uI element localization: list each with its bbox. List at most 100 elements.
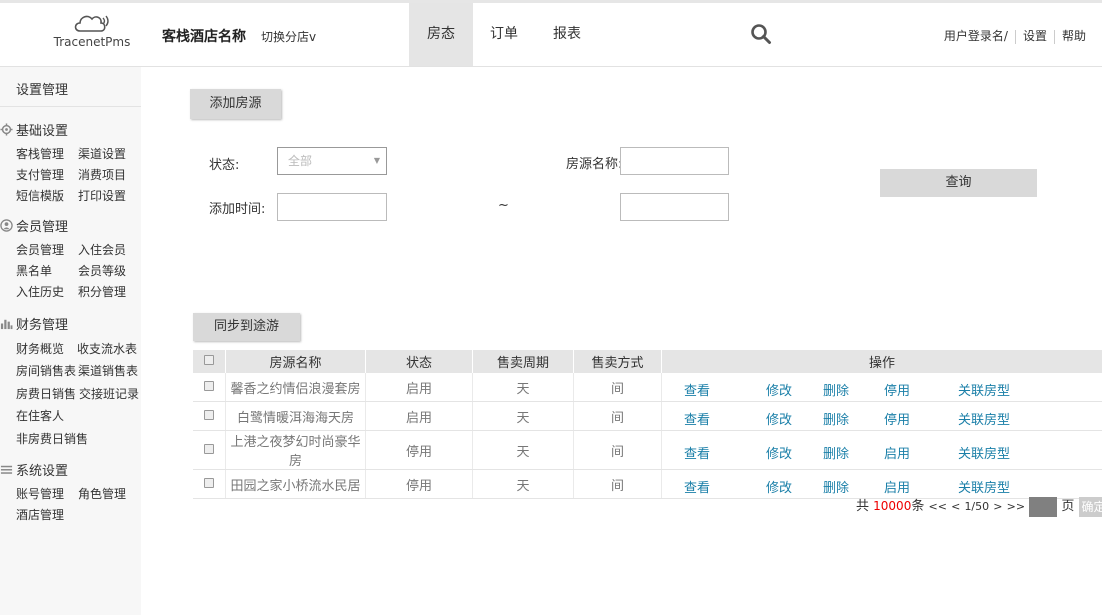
row-checkbox[interactable] [204, 380, 214, 391]
link-room-type-button[interactable]: 关联房型 [958, 380, 1010, 399]
sidebar-item-channel-settings[interactable]: 渠道设置 [78, 145, 126, 162]
col-operations: 操作 [661, 350, 1102, 373]
cell-sale-mode: 间 [573, 401, 662, 431]
operations-group: 查看 修改 删除 启用 关联房型 [662, 470, 1102, 498]
cell-sale-mode: 间 [573, 469, 662, 499]
delete-button[interactable]: 删除 [823, 380, 849, 399]
sidebar-item-room-fee-daily[interactable]: 房费日销售 [16, 385, 76, 402]
row-checkbox[interactable] [204, 409, 214, 420]
tab-reports[interactable]: 报表 [535, 3, 599, 66]
sidebar-item-checkin-members[interactable]: 入住会员 [78, 241, 126, 258]
room-name-label: 房源名称: [566, 157, 623, 172]
range-separator: ~ [498, 198, 509, 213]
sidebar-item-sms-template[interactable]: 短信模版 [16, 187, 64, 204]
sidebar-item-member-levels[interactable]: 会员等级 [78, 262, 126, 279]
col-sale-mode: 售卖方式 [573, 350, 662, 373]
row-checkbox[interactable] [204, 443, 214, 454]
sidebar-item-payment-management[interactable]: 支付管理 [16, 166, 64, 183]
sidebar-group-member-management[interactable]: 会员管理 [0, 216, 68, 235]
pager-last[interactable]: >> [1007, 500, 1025, 513]
sidebar-group-basic-settings[interactable]: 基础设置 [0, 120, 68, 139]
sidebar-item-member-management[interactable]: 会员管理 [16, 241, 64, 258]
link-room-type-button[interactable]: 关联房型 [958, 477, 1010, 496]
cell-status: 启用 [365, 401, 473, 431]
delete-button[interactable]: 删除 [823, 409, 849, 428]
sidebar-item-non-room-daily[interactable]: 非房费日销售 [16, 430, 88, 447]
pager-first[interactable]: << [929, 500, 947, 513]
toggle-status-button[interactable]: 启用 [884, 477, 910, 496]
logo-text: TracenetPms [53, 35, 131, 49]
delete-button[interactable]: 删除 [823, 477, 849, 496]
operations-group: 查看 修改 删除 停用 关联房型 [662, 373, 1102, 401]
tab-orders[interactable]: 订单 [473, 3, 535, 66]
view-button[interactable]: 查看 [684, 443, 710, 462]
switch-branch-dropdown[interactable]: 切换分店v [261, 28, 316, 45]
search-icon[interactable] [750, 23, 772, 45]
pager-confirm-button[interactable]: 确定 [1078, 496, 1102, 517]
sidebar-group-label: 系统设置 [16, 464, 69, 479]
sidebar-item-checkin-history[interactable]: 入住历史 [16, 283, 64, 300]
sidebar-item-hotel-management[interactable]: 酒店管理 [16, 506, 64, 523]
status-select[interactable]: 全部 ▼ [277, 147, 387, 175]
divider [0, 106, 141, 107]
pager-prev[interactable]: < [951, 500, 960, 513]
sidebar-item-account-management[interactable]: 账号管理 [16, 485, 64, 502]
tab-room-status[interactable]: 房态 [409, 3, 473, 66]
toggle-status-button[interactable]: 启用 [884, 443, 910, 462]
view-button[interactable]: 查看 [684, 409, 710, 428]
add-room-button[interactable]: 添加房源 [190, 89, 281, 119]
user-login-link[interactable]: 用户登录名/ [944, 29, 1008, 43]
pager-next[interactable]: > [993, 500, 1002, 513]
cell-sale-period: 天 [472, 430, 574, 470]
row-checkbox[interactable] [204, 477, 214, 488]
cell-status: 停用 [365, 469, 473, 499]
sidebar-item-current-guests[interactable]: 在住客人 [16, 407, 64, 424]
edit-button[interactable]: 修改 [766, 409, 792, 428]
toggle-status-button[interactable]: 停用 [884, 380, 910, 399]
sidebar-item-print-settings[interactable]: 打印设置 [78, 187, 126, 204]
sidebar-group-system-settings[interactable]: 系统设置 [0, 460, 68, 479]
sidebar-item-room-sales[interactable]: 房间销售表 [16, 362, 76, 379]
sync-button[interactable]: 同步到途游 [193, 313, 300, 341]
query-button[interactable]: 查询 [880, 169, 1037, 197]
hotel-name: 客栈酒店名称 [162, 29, 246, 45]
sidebar-item-points-management[interactable]: 积分管理 [78, 283, 126, 300]
gear-icon [0, 123, 13, 136]
col-room-name: 房源名称 [225, 350, 366, 373]
help-link[interactable]: 帮助 [1062, 29, 1086, 43]
cell-sale-period: 天 [472, 373, 574, 402]
end-date-input[interactable] [620, 193, 729, 221]
room-name-input[interactable] [620, 147, 729, 175]
logo[interactable]: TracenetPms [52, 9, 132, 59]
toggle-status-button[interactable]: 停用 [884, 409, 910, 428]
sidebar-item-consumption-items[interactable]: 消费项目 [78, 166, 126, 183]
room-table: 房源名称 状态 售卖周期 售卖方式 操作 馨香之约情侣浪漫套房 启用天间查看 修改删… [193, 350, 1102, 499]
edit-button[interactable]: 修改 [766, 443, 792, 462]
sidebar-item-inn-management[interactable]: 客栈管理 [16, 145, 64, 162]
chevron-down-icon: ▼ [373, 156, 380, 165]
view-button[interactable]: 查看 [684, 380, 710, 399]
link-room-type-button[interactable]: 关联房型 [958, 443, 1010, 462]
cell-room-name: 馨香之约情侣浪漫套房 [225, 373, 366, 402]
cell-room-name: 上港之夜梦幻时尚豪华房 [225, 430, 366, 470]
sidebar-group-finance-management[interactable]: 财务管理 [0, 314, 68, 333]
sidebar-item-role-management[interactable]: 角色管理 [78, 485, 126, 502]
view-button[interactable]: 查看 [684, 477, 710, 496]
row-select-cell [193, 469, 226, 499]
sidebar-group-label: 财务管理 [16, 318, 69, 333]
link-room-type-button[interactable]: 关联房型 [958, 409, 1010, 428]
select-all-checkbox[interactable] [204, 355, 214, 365]
delete-button[interactable]: 删除 [823, 443, 849, 462]
sidebar-item-shift-records[interactable]: 交接班记录 [79, 385, 139, 402]
sidebar-item-channel-sales[interactable]: 渠道销售表 [78, 362, 138, 379]
page-number-input[interactable] [1029, 496, 1058, 517]
sidebar-item-income-expense[interactable]: 收支流水表 [77, 340, 137, 357]
cell-operations: 查看 修改 删除 停用 关联房型 [661, 401, 1102, 431]
sidebar-item-blacklist[interactable]: 黑名单 [16, 262, 52, 279]
cell-room-name: 田园之家小桥流水民居 [225, 469, 366, 499]
sidebar-item-finance-overview[interactable]: 财务概览 [16, 340, 64, 357]
start-date-input[interactable] [277, 193, 387, 221]
edit-button[interactable]: 修改 [766, 380, 792, 399]
settings-link[interactable]: 设置 [1023, 29, 1047, 43]
edit-button[interactable]: 修改 [766, 477, 792, 496]
